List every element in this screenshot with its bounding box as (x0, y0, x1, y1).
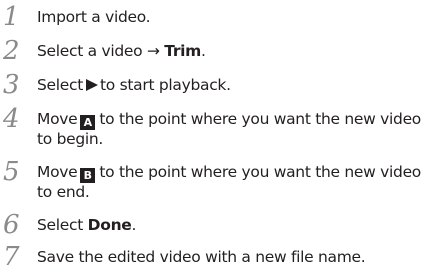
end-handle-b-icon: B (80, 168, 96, 183)
step-number: 4 (3, 104, 20, 134)
step-text-before: Select a video → (37, 42, 165, 60)
step-number: 2 (3, 36, 20, 66)
step-text-after: to the point where you want the new vide… (99, 163, 421, 181)
step-text-after: to start playback. (100, 76, 231, 94)
step-text: Move Bto the point where you want the new… (37, 163, 437, 202)
step-text-before: Move (37, 110, 78, 128)
step-text-after: . (201, 42, 206, 60)
step-number: 6 (3, 210, 20, 240)
step-number: 7 (3, 242, 20, 272)
step-text-before: Move (37, 163, 78, 181)
trim-label: Trim (164, 42, 202, 60)
step-text-line-1: Move Bto the point where you want the new… (37, 163, 437, 183)
step-text: Move Ato the point where you want the new… (37, 110, 437, 149)
step-text-line-2: to begin. (37, 130, 104, 148)
instruction-steps: 1 Import a video. 2 Select a video → Tri… (0, 0, 438, 271)
step-text: Import a video. (37, 8, 437, 27)
step-text-content: Save the edited video with a new file na… (37, 248, 366, 266)
step-text: Save the edited video with a new file na… (37, 248, 437, 267)
step-text-line-2: to end. (37, 183, 90, 201)
step-number: 3 (3, 70, 20, 100)
step-text-before: Select (37, 76, 84, 94)
done-label: Done (87, 216, 132, 234)
step-text-content: Import a video. (37, 8, 151, 26)
start-handle-a-icon: A (80, 115, 96, 130)
step-text-after: . (131, 216, 137, 234)
step-number: 1 (3, 2, 20, 32)
step-number: 5 (3, 157, 20, 187)
step-text-before: Select (37, 216, 88, 234)
step-text: Select a video → Trim. (37, 42, 437, 61)
step-text: Select to start playback. (37, 76, 437, 95)
play-triangle-icon (86, 79, 99, 91)
step-text: Select Done. (37, 216, 437, 235)
step-text-after: to the point where you want the new vide… (99, 110, 421, 128)
step-text-line-1: Move Ato the point where you want the new… (37, 110, 437, 130)
